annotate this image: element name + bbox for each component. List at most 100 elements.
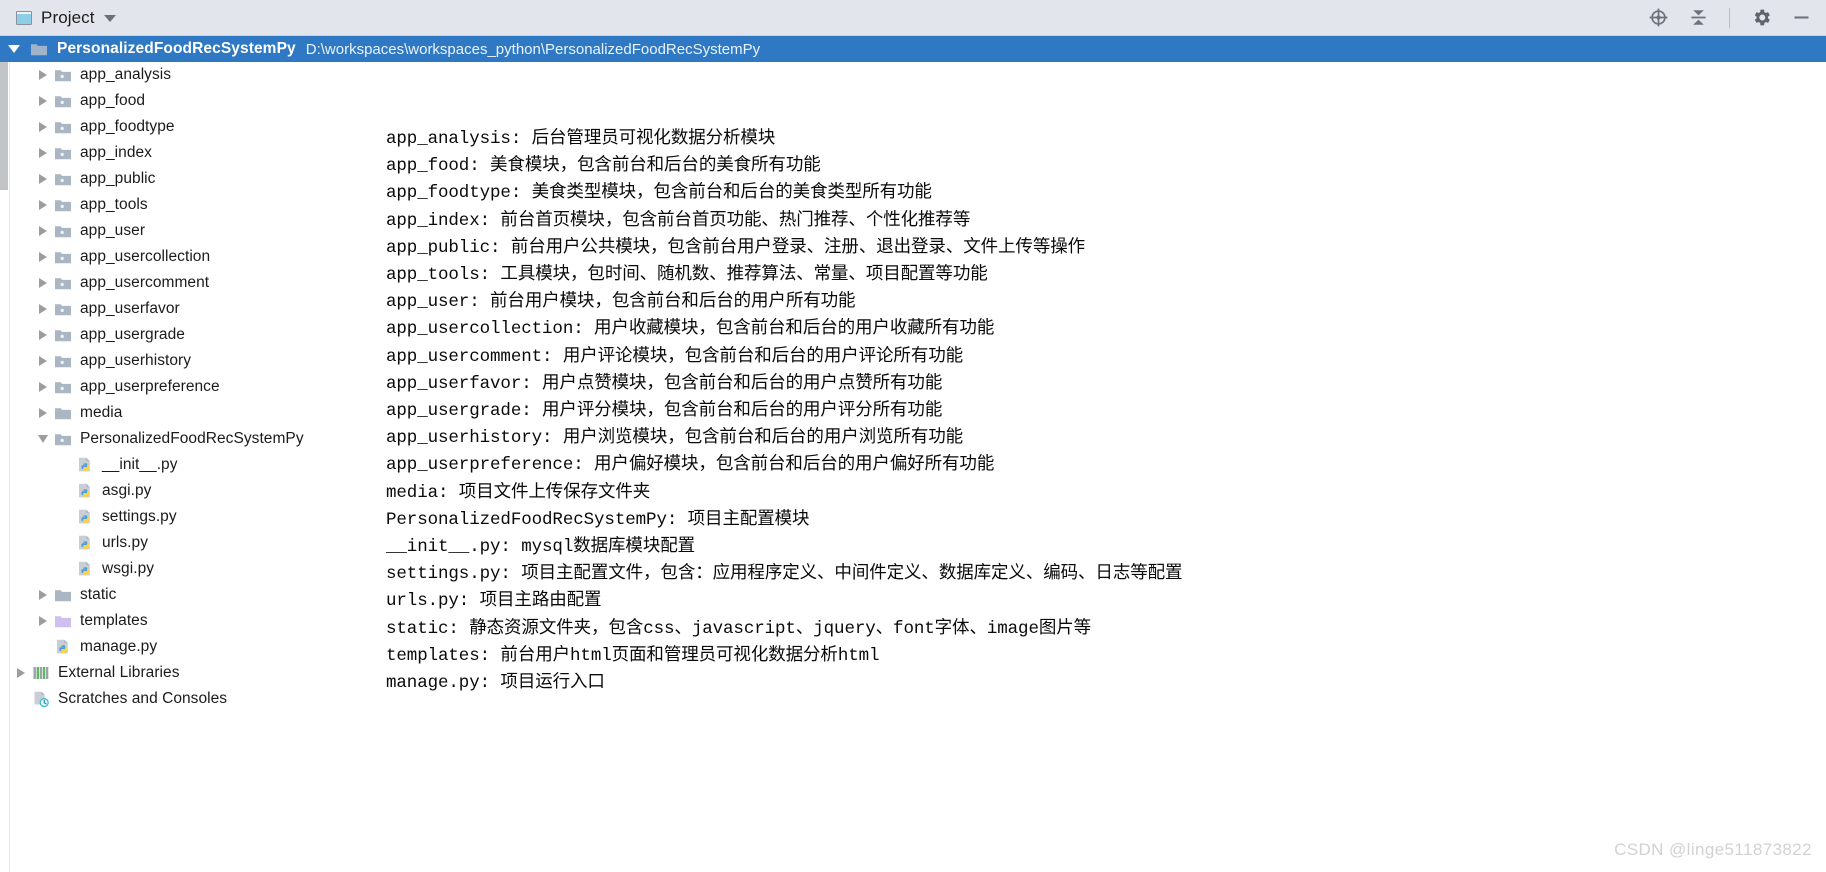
tree-row[interactable]: app_food: [12, 88, 372, 114]
description-line: manage.py: 项目运行入口: [386, 673, 605, 694]
triangle-right-icon[interactable]: [34, 278, 52, 288]
tree-row[interactable]: media: [12, 400, 372, 426]
tree-item-label: app_user: [80, 222, 146, 239]
python-file-icon: [52, 639, 74, 656]
python-file-icon: [74, 535, 96, 552]
triangle-down-icon[interactable]: [34, 435, 52, 443]
description-line: __init__.py: mysql数据库模块配置: [386, 537, 696, 558]
minimize-icon[interactable]: [1790, 7, 1812, 29]
triangle-right-icon[interactable]: [34, 590, 52, 600]
description-text-block: app_analysis: 后台管理员可视化数据分析模块 app_food: 美食…: [386, 126, 1786, 697]
description-line: app_usercollection: 用户收藏模块，包含前台和后台的用户收藏所…: [386, 319, 995, 340]
tree-row[interactable]: urls.py: [12, 530, 372, 556]
tree-row[interactable]: wsgi.py: [12, 556, 372, 582]
tree-row[interactable]: __init__.py: [12, 452, 372, 478]
tree-item-label: app_usercollection: [80, 248, 211, 265]
tree-row[interactable]: app_usercollection: [12, 244, 372, 270]
tree-row[interactable]: static: [12, 582, 372, 608]
header-actions: [1647, 7, 1816, 29]
module-folder-icon: [52, 198, 74, 213]
tree-row[interactable]: app_usercomment: [12, 270, 372, 296]
tree-row[interactable]: app_index: [12, 140, 372, 166]
triangle-right-icon[interactable]: [34, 382, 52, 392]
triangle-right-icon[interactable]: [34, 356, 52, 366]
tree-row[interactable]: app_usergrade: [12, 322, 372, 348]
module-folder-icon: [52, 224, 74, 239]
module-folder-icon: [52, 302, 74, 317]
triangle-right-icon[interactable]: [34, 148, 52, 158]
description-line: app_usergrade: 用户评分模块，包含前台和后台的用户评分所有功能: [386, 401, 943, 422]
triangle-right-icon[interactable]: [34, 174, 52, 184]
tree-row[interactable]: settings.py: [12, 504, 372, 530]
tree-item-label: app_userhistory: [80, 352, 192, 369]
triangle-right-icon[interactable]: [34, 252, 52, 262]
triangle-down-icon[interactable]: [8, 45, 20, 53]
tree-row[interactable]: PersonalizedFoodRecSystemPy: [12, 426, 372, 452]
tree-row[interactable]: app_userpreference: [12, 374, 372, 400]
python-file-icon: [74, 457, 96, 474]
module-folder-icon: [52, 354, 74, 369]
python-file-icon: [74, 561, 96, 578]
triangle-right-icon[interactable]: [34, 330, 52, 340]
triangle-right-icon[interactable]: [34, 96, 52, 106]
project-root-name: PersonalizedFoodRecSystemPy: [57, 40, 296, 57]
module-folder-icon: [52, 276, 74, 291]
module-folder-icon: [52, 328, 74, 343]
description-line: app_analysis: 后台管理员可视化数据分析模块: [386, 129, 776, 149]
triangle-right-icon[interactable]: [34, 122, 52, 132]
tree-row[interactable]: asgi.py: [12, 478, 372, 504]
triangle-right-icon[interactable]: [34, 226, 52, 236]
tree-row[interactable]: app_foodtype: [12, 114, 372, 140]
folder-icon: [28, 42, 50, 57]
tree-row[interactable]: templates: [12, 608, 372, 634]
module-folder-icon: [52, 250, 74, 265]
tree-row[interactable]: manage.py: [12, 634, 372, 660]
tree-row[interactable]: app_userfavor: [12, 296, 372, 322]
collapse-all-icon[interactable]: [1687, 7, 1709, 29]
tool-window-header: Project: [0, 0, 1826, 36]
triangle-right-icon[interactable]: [12, 668, 30, 678]
module-folder-icon: [52, 68, 74, 83]
watermark: CSDN @linge511873822: [1614, 840, 1812, 859]
tree-item-label: wsgi.py: [102, 560, 155, 577]
tree-row[interactable]: app_analysis: [12, 62, 372, 88]
tab-project[interactable]: Project: [12, 6, 122, 30]
gear-icon[interactable]: [1750, 7, 1772, 29]
tree-item-label: app_index: [80, 144, 152, 161]
description-line: templates: 前台用户html页面和管理员可视化数据分析html: [386, 645, 880, 666]
module-folder-icon: [52, 146, 74, 161]
description-line: app_userpreference: 用户偏好模块，包含前台和后台的用户偏好所…: [386, 455, 995, 476]
select-opened-file-icon[interactable]: [1647, 7, 1669, 29]
chevron-down-icon[interactable]: [103, 15, 116, 22]
tree-row[interactable]: External Libraries: [12, 660, 372, 686]
triangle-right-icon[interactable]: [34, 200, 52, 210]
tree-item-label: manage.py: [80, 638, 158, 655]
triangle-right-icon[interactable]: [34, 408, 52, 418]
tree-scrollbar-thumb[interactable]: [0, 62, 8, 190]
triangle-right-icon[interactable]: [34, 70, 52, 80]
templates-folder-icon: [52, 614, 74, 629]
folder-icon: [52, 588, 74, 603]
description-line: app_userfavor: 用户点赞模块，包含前台和后台的用户点赞所有功能: [386, 373, 943, 394]
tree-item-label: app_usergrade: [80, 326, 185, 343]
triangle-right-icon[interactable]: [34, 304, 52, 314]
tree-row[interactable]: app_public: [12, 166, 372, 192]
project-root-row[interactable]: PersonalizedFoodRecSystemPy D:\workspace…: [0, 36, 1826, 62]
module-folder-icon: [52, 120, 74, 135]
description-line: app_public: 前台用户公共模块，包含前台用户登录、注册、退出登录、文件…: [386, 237, 1086, 258]
tree-row[interactable]: app_user: [12, 218, 372, 244]
project-root-path: D:\workspaces\workspaces_python\Personal…: [305, 40, 761, 58]
tree-row[interactable]: app_tools: [12, 192, 372, 218]
tree-row[interactable]: app_userhistory: [12, 348, 372, 374]
scratches-icon: [30, 691, 52, 708]
project-tree: app_analysis app_food app_foodtype app_inde…: [12, 62, 372, 712]
description-line: urls.py: 项目主路由配置: [386, 591, 602, 612]
module-folder-icon: [52, 172, 74, 187]
tree-row[interactable]: Scratches and Consoles: [12, 686, 372, 712]
tree-item-label: app_food: [80, 92, 146, 109]
description-line: app_food: 美食模块，包含前台和后台的美食所有功能: [386, 156, 821, 177]
description-line: app_tools: 工具模块，包时间、随机数、推荐算法、常量、项目配置等功能: [386, 265, 988, 286]
header-divider: [1729, 7, 1730, 28]
tree-scrollbar[interactable]: [0, 62, 9, 872]
triangle-right-icon[interactable]: [34, 616, 52, 626]
